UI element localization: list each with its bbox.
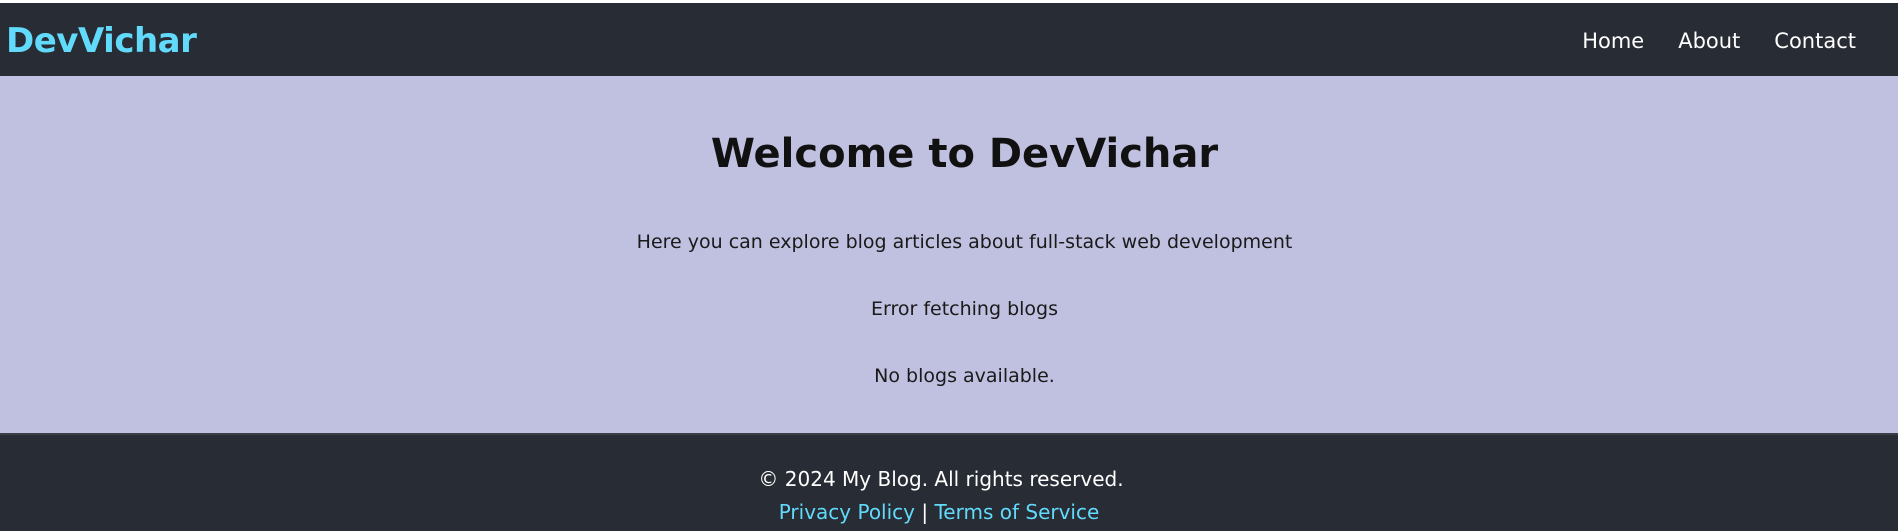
page-title: Welcome to DevVichar <box>710 131 1219 177</box>
error-message: Error fetching blogs <box>870 298 1058 320</box>
copyright-text: © 2024 My Blog. All rights reserved. <box>758 467 1124 491</box>
main-content: Welcome to DevVichar Here you can explor… <box>0 76 1898 433</box>
nav-links: Home About Contact <box>1582 29 1856 53</box>
privacy-policy-link[interactable]: Privacy Policy <box>779 500 915 524</box>
terms-of-service-link[interactable]: Terms of Service <box>934 500 1099 524</box>
intro-text: Here you can explore blog articles about… <box>636 231 1293 253</box>
footer-links: Privacy Policy | Terms of Service <box>0 500 1878 524</box>
footer-separator: | <box>921 500 929 524</box>
nav-home-link[interactable]: Home <box>1582 29 1644 53</box>
footer: © 2024 My Blog. All rights reserved. Pri… <box>0 435 1898 531</box>
empty-state-message: No blogs available. <box>874 365 1055 387</box>
brand-logo[interactable]: DevVichar <box>6 21 197 61</box>
nav-contact-link[interactable]: Contact <box>1774 29 1856 53</box>
nav-about-link[interactable]: About <box>1678 29 1740 53</box>
navbar: DevVichar Home About Contact <box>0 0 1898 76</box>
